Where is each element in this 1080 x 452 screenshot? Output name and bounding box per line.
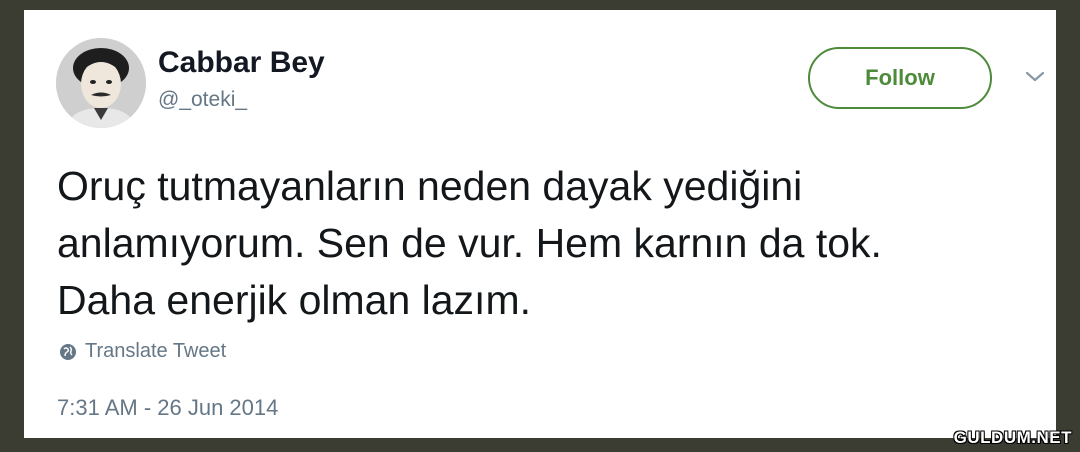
profile-photo-icon [56, 38, 146, 128]
translate-tweet-link[interactable]: Translate Tweet [59, 340, 226, 363]
tweet-text-line: Oruç tutmayanların neden dayak yediğini [57, 163, 803, 209]
tweet-text-line: Daha enerjik olman lazım. [57, 277, 531, 323]
author-handle[interactable]: @_oteki_ [158, 88, 247, 112]
watermark: GULDUM.NET [953, 428, 1072, 447]
avatar[interactable] [56, 38, 146, 128]
translate-tweet-label[interactable]: Translate Tweet [85, 340, 226, 363]
tweet-timestamp[interactable]: 7:31 AM - 26 Jun 2014 [57, 395, 278, 421]
tweet-card: Cabbar Bey @_oteki_ Follow Oruç tutmayan… [24, 10, 1056, 438]
tweet-text-line: anlamıyorum. Sen de vur. Hem karnın da t… [57, 220, 882, 266]
author-display-name[interactable]: Cabbar Bey [158, 46, 325, 80]
follow-button[interactable]: Follow [808, 47, 992, 109]
globe-icon [60, 343, 76, 360]
tweet-text: Oruç tutmayanların neden dayak yediğini … [57, 158, 1047, 329]
chevron-down-icon[interactable] [1024, 68, 1046, 84]
